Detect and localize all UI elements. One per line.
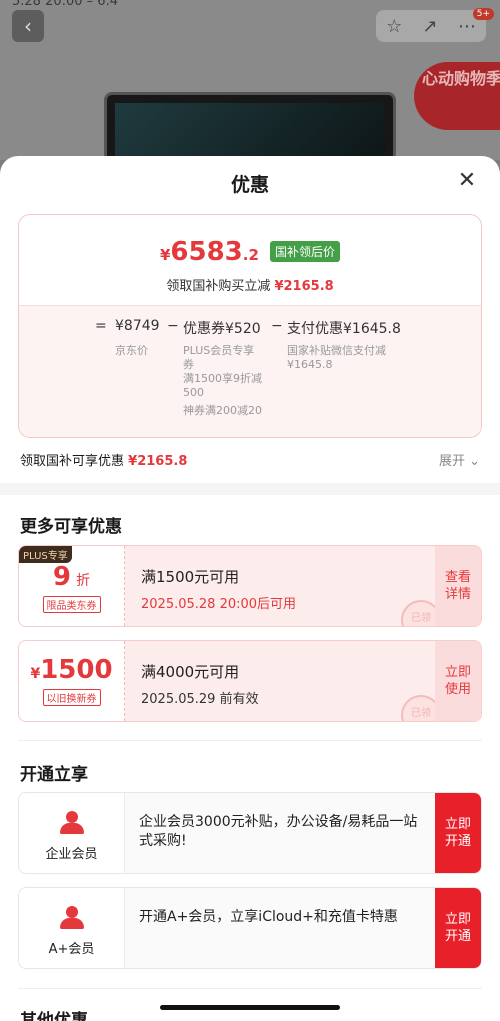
sheet-title: 优惠 <box>230 174 269 196</box>
view-details-button[interactable]: 查看 详情 <box>435 546 481 626</box>
chevron-left-icon: ‹ <box>24 14 32 38</box>
coupon-details: 满1500元可用 2025.05.28 20:00后可用 <box>141 568 297 612</box>
share-icon[interactable]: ↗ <box>423 16 438 37</box>
back-button[interactable]: ‹ <box>12 10 44 42</box>
more-offers-title: 更多可享优惠 <box>20 517 122 537</box>
final-price: ¥6583.2 <box>159 237 259 267</box>
member-icon-area: A+会员 <box>19 888 125 968</box>
jd-price-note: 京东价 <box>115 344 148 357</box>
divider <box>18 988 482 989</box>
coupon-details: 满4000元可用 2025.05.29 前有效 <box>141 663 259 707</box>
activate-enterprise-button[interactable]: 立即 开通 <box>435 793 481 873</box>
activate-aplus-button[interactable]: 立即 开通 <box>435 888 481 968</box>
payment-note: 国家补贴微信支付减¥1645.8 <box>287 344 386 371</box>
enterprise-member-card: 企业会员 企业会员3000元补贴，办公设备/易耗品一站式采购! 立即 开通 <box>18 792 482 874</box>
member-name: A+会员 <box>48 942 95 957</box>
more-icon[interactable]: ⋯ <box>458 16 476 37</box>
payment-discount: 支付优惠¥1645.8 <box>287 321 401 337</box>
person-icon <box>59 811 84 835</box>
coupon-value-area: PLUS专享 9 折 限品类东券 <box>19 546 125 626</box>
star-icon[interactable]: ☆ <box>386 16 402 37</box>
home-indicator <box>160 1005 340 1010</box>
coupon-discount: 优惠券¥520 <box>183 321 261 337</box>
close-icon: ✕ <box>457 168 477 193</box>
subsidy-price-tag: 国补领后价 <box>270 241 341 262</box>
product-image <box>104 92 396 160</box>
coupon-value: 9 折 <box>52 562 91 592</box>
plus-badge: PLUS专享 <box>19 546 72 563</box>
member-description: 企业会员3000元补贴，办公设备/易耗品一站式采购! <box>139 814 418 849</box>
section-divider <box>0 483 500 495</box>
promo-badge: 心动购物季 <box>414 62 500 130</box>
price-breakdown: = ¥8749 − 优惠券¥520 − 支付优惠¥1645.8 京东价 PLUS… <box>19 305 481 437</box>
coupon-value-area: ¥1500 以旧换新券 <box>19 641 125 721</box>
minus-sign: − <box>271 318 283 334</box>
expand-button[interactable]: 展开 ⌄ <box>439 450 480 469</box>
coupon-card-plus: PLUS专享 9 折 限品类东券 满1500元可用 2025.05.28 20:… <box>18 545 482 627</box>
aplus-member-card: A+会员 开通A+会员，立享iCloud+和充值卡特惠 立即 开通 <box>18 887 482 969</box>
subsidy-summary: 领取国补可享优惠 ¥2165.8 <box>20 454 188 469</box>
equals-sign: = <box>95 318 107 334</box>
jd-price: ¥8749 <box>115 318 160 334</box>
other-offers-title: 其他优惠 <box>20 1011 88 1021</box>
promo-time-text: 5.28 20:00 – 6.4 <box>12 0 118 9</box>
minus-sign: − <box>167 318 179 334</box>
background-product-page: 5.28 20:00 – 6.4 ‹ ☆ ↗ ⋯ 5+ 心动购物季 <box>0 0 500 160</box>
coupon-value: ¥1500 <box>30 655 113 685</box>
discount-sheet: 优惠 ✕ ¥6583.2 国补领后价 领取国补购买立减 ¥2165.8 = ¥8… <box>0 156 500 1021</box>
price-header: ¥6583.2 国补领后价 领取国补购买立减 ¥2165.8 <box>19 215 481 305</box>
coupon-card-tradein: ¥1500 以旧换新券 满4000元可用 2025.05.29 前有效 已领 立… <box>18 640 482 722</box>
close-button[interactable]: ✕ <box>456 170 478 192</box>
chevron-down-icon: ⌄ <box>469 454 480 469</box>
message-badge: 5+ <box>472 8 494 20</box>
top-toolbar: ☆ ↗ ⋯ <box>376 10 486 42</box>
price-card: ¥6583.2 国补领后价 领取国补购买立减 ¥2165.8 = ¥8749 −… <box>18 214 482 438</box>
coupon-type: 限品类东券 <box>42 596 101 613</box>
member-icon-area: 企业会员 <box>19 793 125 873</box>
coupon-type: 以旧换新券 <box>42 689 101 706</box>
person-icon <box>59 906 84 930</box>
divider <box>18 740 482 741</box>
member-description: 开通A+会员，立享iCloud+和充值卡特惠 <box>139 909 398 925</box>
membership-title: 开通立享 <box>20 765 88 785</box>
price-subtitle: 领取国补购买立减 ¥2165.8 <box>166 279 334 294</box>
subsidy-summary-row: 领取国补可享优惠 ¥2165.8 展开 ⌄ <box>20 450 480 469</box>
coupon-note: PLUS会员专享券 满1500享9折减500 神券满200减20 <box>183 344 262 417</box>
use-now-button[interactable]: 立即 使用 <box>435 641 481 721</box>
member-name: 企业会员 <box>45 847 98 862</box>
